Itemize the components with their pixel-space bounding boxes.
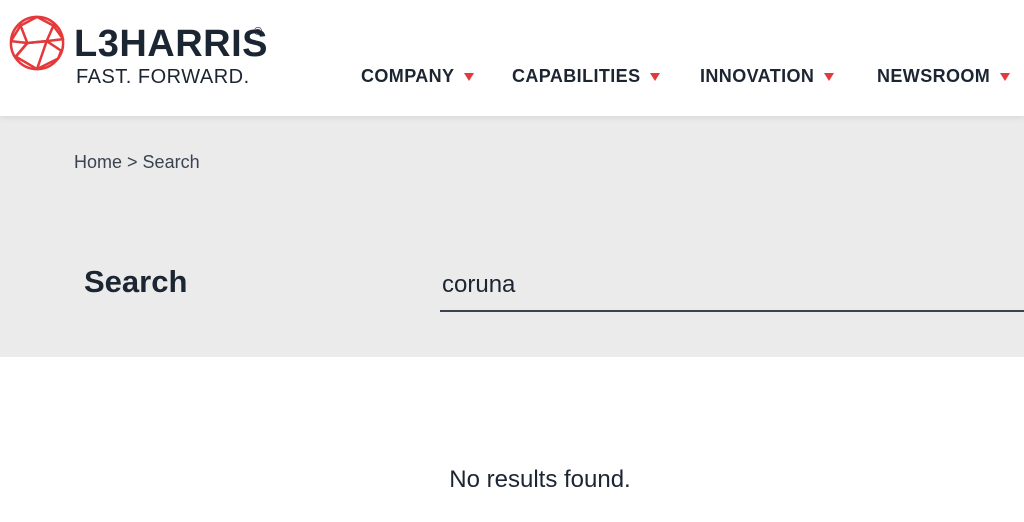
nav-item-company[interactable]: COMPANY [361, 66, 475, 87]
breadcrumb: Home > Search [74, 152, 200, 173]
caret-down-icon [1000, 72, 1011, 81]
caret-down-icon [824, 72, 835, 81]
search-section: Home > Search Search [0, 116, 1024, 357]
brand-tagline: FAST. FORWARD. [76, 66, 250, 88]
caret-down-icon [464, 72, 475, 81]
search-heading: Search [84, 264, 188, 299]
globe-logo-icon[interactable] [8, 14, 66, 72]
nav-item-label: INNOVATION [700, 66, 815, 86]
caret-down-icon [650, 72, 661, 81]
no-results-message: No results found. [449, 466, 631, 493]
registered-mark: ® [254, 26, 263, 38]
nav-item-label: COMPANY [361, 66, 455, 86]
breadcrumb-home-link[interactable]: Home [74, 152, 122, 172]
nav-item-innovation[interactable]: INNOVATION [700, 66, 835, 87]
nav-item-label: NEWSROOM [877, 66, 991, 86]
breadcrumb-separator: > [127, 152, 143, 172]
site-header: L3HARRIS ® FAST. FORWARD. COMPANY CAPABI… [0, 0, 1024, 116]
breadcrumb-current: Search [142, 152, 200, 172]
nav-item-capabilities[interactable]: CAPABILITIES [512, 66, 661, 87]
nav-item-newsroom[interactable]: NEWSROOM [877, 66, 1011, 87]
nav-item-label: CAPABILITIES [512, 66, 641, 86]
search-input[interactable] [440, 260, 1024, 312]
brand-name[interactable]: L3HARRIS [74, 20, 268, 68]
